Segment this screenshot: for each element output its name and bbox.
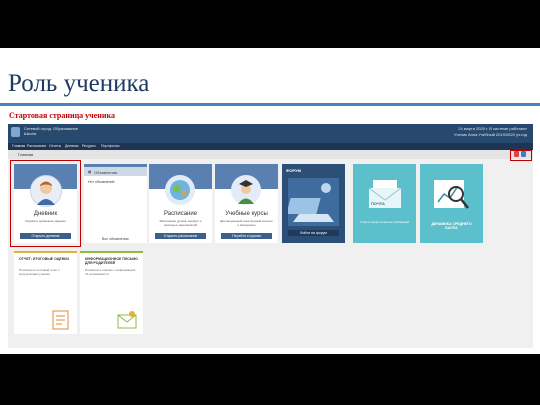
app-logo-icon[interactable] — [11, 127, 20, 137]
tile-mail-desc[interactable]: У вас 0 непрочитанных сообщений — [358, 220, 411, 224]
tile-mail-title: ПОЧТА — [371, 201, 385, 206]
breadcrumb-home[interactable]: Главная — [18, 152, 33, 157]
app-header: Сетевой город. Образование Школа 24 март… — [8, 124, 533, 143]
open-schedule-button[interactable]: Открыть расписание — [155, 233, 206, 239]
enter-forum-button[interactable]: Войти на форум — [288, 230, 339, 236]
tile-schedule-title: Расписание — [163, 211, 198, 217]
chart-magnifier-icon — [432, 176, 472, 212]
tile-parent-letter-desc: Посмотреть письмо с информацией об успев… — [85, 268, 136, 276]
menu-item-reports[interactable]: Отчеты — [49, 144, 61, 148]
slide-title: Роль ученика — [8, 70, 150, 97]
menu-item-portfolio[interactable]: Портфолио — [101, 144, 120, 148]
app-screenshot: Сетевой город. Образование Школа 24 март… — [8, 124, 533, 348]
tile-parent-letter[interactable]: ИНФОРМАЦИОННОЕ ПИСЬМО ДЛЯ РОДИТЕЛЕЙ Посм… — [80, 251, 143, 334]
menu-item-home[interactable]: Главная — [12, 144, 25, 148]
tile-grade-dynamics-title: ДИНАМИКА СРЕДНЕГО БАЛЛА — [431, 222, 472, 230]
forum-icon — [286, 178, 339, 226]
slide-subtitle: Стартовая страница ученика — [9, 111, 115, 120]
tile-final-grades-title: ОТЧЕТ: ИТОГОВЫЕ ОЦЕНКИ — [19, 257, 69, 261]
title-divider — [0, 103, 540, 106]
tile-parent-letter-title: ИНФОРМАЦИОННОЕ ПИСЬМО ДЛЯ РОДИТЕЛЕЙ — [85, 257, 138, 265]
user-info[interactable]: Ученик Анна Учебный 2019/2020 уч.год — [454, 132, 527, 138]
tile-announcements-empty: Нет объявлений — [88, 180, 115, 184]
graduate-icon — [231, 175, 261, 205]
slide: Роль ученика Стартовая страница ученика … — [0, 48, 540, 354]
menu-item-resources[interactable]: Ресурсы — [82, 144, 96, 148]
tile-announcements-title: Объявления — [94, 170, 118, 175]
highlight-box-icons — [510, 150, 532, 161]
school-name: Школа — [24, 131, 37, 136]
go-to-courses-button[interactable]: Перейти к курсам — [221, 233, 272, 239]
tile-forum-title: ФОРУМ — [286, 168, 301, 173]
letter-icon — [116, 309, 138, 331]
announcements-icon: ▦ — [88, 170, 92, 174]
breadcrumb: Главная — [8, 150, 533, 159]
all-announcements-link[interactable]: Все объявления — [102, 237, 128, 241]
globe-icon — [165, 175, 195, 205]
tile-schedule[interactable]: Расписание Расписание уроков, каникул и … — [149, 164, 212, 243]
tile-schedule-desc: Расписание уроков, каникул и школьных ме… — [159, 219, 202, 227]
tile-courses-title: Учебные курсы — [225, 211, 268, 217]
tile-final-grades-report[interactable]: ОТЧЕТ: ИТОГОВЫЕ ОЦЕНКИ Посмотреть итогов… — [14, 251, 77, 334]
tile-mail[interactable]: ПОЧТА У вас 0 непрочитанных сообщений — [353, 164, 416, 243]
report-icon — [50, 309, 72, 331]
menu-item-diary[interactable]: Дневник — [65, 144, 79, 148]
tile-final-grades-desc: Посмотреть итоговый отчет с результатами… — [19, 268, 60, 276]
main-menu: Главная Расписание Отчеты Дневник Ресурс… — [8, 143, 533, 150]
tile-courses[interactable]: Учебные курсы Дистанционный электронный … — [215, 164, 278, 243]
menu-item-schedule[interactable]: Расписание — [27, 144, 46, 148]
tile-grade-dynamics[interactable]: ДИНАМИКА СРЕДНЕГО БАЛЛА — [420, 164, 483, 243]
tile-courses-desc: Дистанционный электронный контент и мате… — [220, 219, 273, 227]
tile-announcements[interactable]: ▦ Объявления Нет объявлений Все объявлен… — [84, 164, 147, 243]
highlight-box-diary — [10, 160, 81, 247]
tile-forum[interactable]: ФОРУМ Войти на форум — [282, 164, 345, 243]
